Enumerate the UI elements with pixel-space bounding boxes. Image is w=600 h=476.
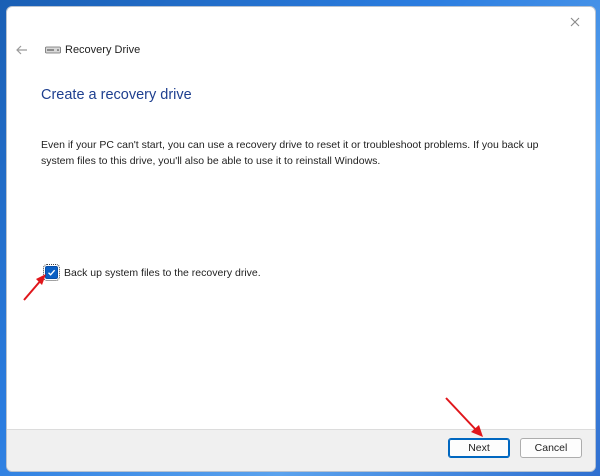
back-button[interactable] [13, 41, 31, 59]
backup-checkbox[interactable] [43, 264, 60, 281]
next-button[interactable]: Next [448, 438, 510, 458]
close-icon [570, 17, 580, 27]
back-arrow-icon [16, 45, 27, 55]
window-title: Recovery Drive [65, 44, 141, 56]
backup-checkbox-label: Back up system files to the recovery dri… [64, 266, 261, 279]
recovery-drive-window: Recovery Drive Create a recovery drive E… [6, 6, 596, 472]
backup-system-files-option[interactable]: Back up system files to the recovery dri… [43, 264, 261, 281]
drive-icon [45, 45, 61, 55]
cancel-button[interactable]: Cancel [520, 438, 582, 458]
window-header: Recovery Drive [13, 41, 140, 59]
footer-bar: Next Cancel [7, 429, 595, 471]
close-button[interactable] [565, 13, 585, 33]
page-title: Create a recovery drive [41, 87, 192, 103]
description-text: Even if your PC can't start, you can use… [41, 139, 539, 167]
checkmark-icon [48, 269, 56, 276]
